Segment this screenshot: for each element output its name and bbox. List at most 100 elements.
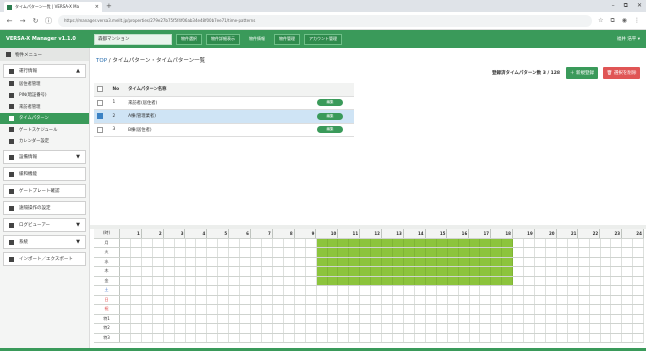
schedule-cell[interactable] xyxy=(240,333,252,342)
schedule-cell-active[interactable] xyxy=(316,257,328,266)
site-info-icon[interactable]: ⓘ xyxy=(45,16,52,26)
schedule-cell[interactable] xyxy=(524,286,536,295)
schedule-cell[interactable] xyxy=(546,267,557,276)
schedule-cell[interactable] xyxy=(328,305,339,314)
schedule-cell[interactable] xyxy=(229,238,241,247)
schedule-cell[interactable] xyxy=(196,295,208,304)
schedule-cell[interactable] xyxy=(611,305,623,314)
schedule-cell-active[interactable] xyxy=(371,267,383,276)
schedule-cell[interactable] xyxy=(382,286,394,295)
new-pattern-button[interactable]: ＋ 新規登録 xyxy=(566,67,598,79)
browser-tab[interactable]: タイムパターン一覧 | VERSA-X Ma × xyxy=(4,2,102,12)
schedule-cell[interactable] xyxy=(229,295,241,304)
schedule-cell-active[interactable] xyxy=(382,276,394,285)
schedule-cell[interactable] xyxy=(207,238,219,247)
schedule-cell[interactable] xyxy=(175,276,186,285)
schedule-cell[interactable] xyxy=(262,305,273,314)
schedule-cell[interactable] xyxy=(579,305,590,314)
schedule-cell[interactable] xyxy=(480,286,492,295)
schedule-cell[interactable] xyxy=(284,276,295,285)
schedule-cell[interactable] xyxy=(524,276,536,285)
schedule-cell[interactable] xyxy=(229,257,241,266)
sidebar-item-gate-schedule[interactable]: ゲートスケジュール xyxy=(0,124,89,136)
schedule-cell[interactable] xyxy=(142,238,153,247)
schedule-cell[interactable] xyxy=(415,333,426,342)
edit-button[interactable]: 編集 xyxy=(316,112,343,120)
schedule-cell[interactable] xyxy=(502,286,514,295)
schedule-cell[interactable] xyxy=(622,295,634,304)
schedule-cell[interactable] xyxy=(120,248,131,257)
schedule-cell[interactable] xyxy=(306,286,317,295)
schedule-cell[interactable] xyxy=(218,295,230,304)
schedule-cell[interactable] xyxy=(557,314,568,323)
schedule-cell[interactable] xyxy=(502,314,514,323)
schedule-cell-active[interactable] xyxy=(403,276,415,285)
schedule-cell-active[interactable] xyxy=(338,276,350,285)
schedule-cell[interactable] xyxy=(557,238,568,247)
schedule-cell[interactable] xyxy=(306,295,317,304)
schedule-cell-active[interactable] xyxy=(436,267,448,276)
schedule-cell-active[interactable] xyxy=(425,248,437,257)
schedule-cell[interactable] xyxy=(240,276,252,285)
schedule-cell[interactable] xyxy=(186,248,197,257)
schedule-cell[interactable] xyxy=(524,295,536,304)
table-row[interactable]: 1 来訪者(居住者) 編集 xyxy=(94,96,354,110)
schedule-cell[interactable] xyxy=(404,314,415,323)
schedule-cell[interactable] xyxy=(218,276,230,285)
schedule-cell-active[interactable] xyxy=(403,257,415,266)
schedule-cell[interactable] xyxy=(601,257,612,266)
schedule-cell[interactable] xyxy=(579,333,590,342)
schedule-cell[interactable] xyxy=(459,324,470,333)
schedule-cell[interactable] xyxy=(229,305,241,314)
schedule-cell-active[interactable] xyxy=(458,248,470,257)
schedule-cell-active[interactable] xyxy=(425,257,437,266)
schedule-cell-active[interactable] xyxy=(436,248,448,257)
schedule-cell[interactable] xyxy=(601,267,612,276)
schedule-cell[interactable] xyxy=(568,248,579,257)
schedule-cell[interactable] xyxy=(164,276,175,285)
schedule-cell-active[interactable] xyxy=(447,248,459,257)
schedule-cell[interactable] xyxy=(262,286,273,295)
new-tab-button[interactable]: + xyxy=(106,2,112,10)
schedule-cell[interactable] xyxy=(633,238,645,247)
schedule-cell[interactable] xyxy=(622,257,634,266)
row-checkbox[interactable] xyxy=(97,113,103,119)
schedule-cell[interactable] xyxy=(153,257,164,266)
schedule-cell[interactable] xyxy=(371,286,383,295)
schedule-cell[interactable] xyxy=(338,314,350,323)
schedule-cell[interactable] xyxy=(273,314,284,323)
schedule-cell[interactable] xyxy=(306,333,317,342)
schedule-cell[interactable] xyxy=(196,333,208,342)
user-menu[interactable]: 福井 浩平 ▾ xyxy=(617,36,640,42)
schedule-cell[interactable] xyxy=(360,286,372,295)
schedule-cell[interactable] xyxy=(306,248,317,257)
schedule-cell-active[interactable] xyxy=(403,267,415,276)
schedule-cell[interactable] xyxy=(601,286,612,295)
schedule-cell[interactable] xyxy=(317,305,328,314)
schedule-cell[interactable] xyxy=(142,257,153,266)
schedule-cell[interactable] xyxy=(186,314,197,323)
schedule-cell[interactable] xyxy=(491,286,503,295)
extensions-icon[interactable]: ⧉ xyxy=(610,17,614,25)
schedule-cell[interactable] xyxy=(142,248,153,257)
breadcrumb-top-link[interactable]: TOP xyxy=(96,58,107,64)
schedule-cell[interactable] xyxy=(601,295,612,304)
schedule-cell[interactable] xyxy=(579,238,590,247)
schedule-cell[interactable] xyxy=(251,295,262,304)
schedule-cell[interactable] xyxy=(579,276,590,285)
schedule-cell[interactable] xyxy=(633,257,645,266)
schedule-cell-active[interactable] xyxy=(327,257,339,266)
schedule-cell[interactable] xyxy=(207,267,219,276)
schedule-cell[interactable] xyxy=(426,314,437,323)
schedule-cell[interactable] xyxy=(328,286,339,295)
schedule-cell[interactable] xyxy=(164,314,175,323)
schedule-cell-active[interactable] xyxy=(447,267,459,276)
schedule-cell[interactable] xyxy=(633,333,645,342)
schedule-cell[interactable] xyxy=(371,333,383,342)
schedule-cell[interactable] xyxy=(240,324,252,333)
schedule-cell[interactable] xyxy=(513,257,525,266)
schedule-cell[interactable] xyxy=(196,257,208,266)
schedule-cell[interactable] xyxy=(131,333,142,342)
schedule-cell[interactable] xyxy=(273,305,284,314)
schedule-cell-active[interactable] xyxy=(338,238,350,247)
